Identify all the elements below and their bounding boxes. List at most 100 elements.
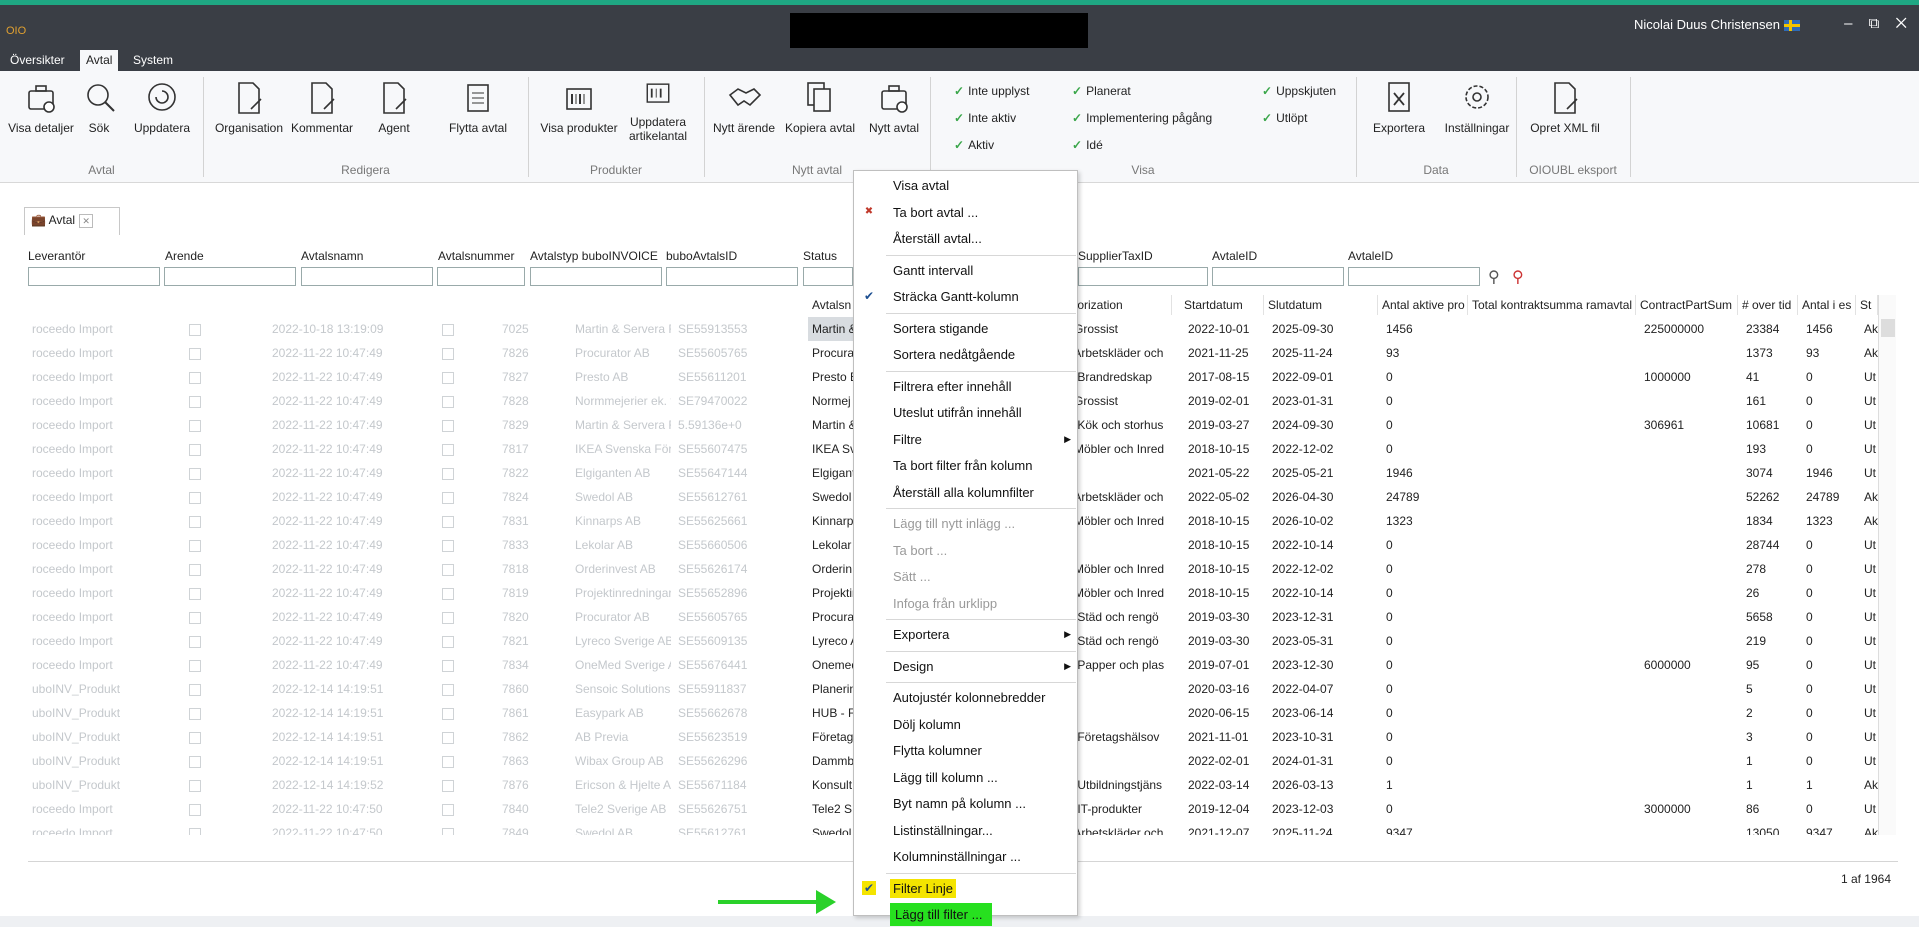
row-checkbox[interactable] [185, 317, 201, 341]
uppdatera-button[interactable]: Uppdatera [130, 79, 194, 135]
agent-button[interactable]: Agent [374, 79, 414, 135]
column-header[interactable]: Slutdatum [1264, 295, 1378, 315]
organisation-button[interactable]: Organisation [210, 79, 288, 135]
row-checkbox[interactable] [438, 821, 454, 835]
row-checkbox[interactable] [185, 725, 201, 749]
opret-xml-button[interactable]: Opret XML fil [1522, 79, 1608, 135]
row-checkbox[interactable] [185, 389, 201, 413]
clear-search-icon[interactable]: ⚲ [1512, 267, 1524, 287]
row-checkbox[interactable] [438, 677, 454, 701]
uppdatera-artikelantal-button[interactable]: Uppdatera artikelantal [626, 77, 690, 143]
column-header[interactable]: Total kontraktsumma ramavtal [1468, 295, 1636, 315]
sok-button[interactable]: Sök [82, 79, 116, 135]
column-header[interactable]: Startdatum [1180, 295, 1264, 315]
installningar-button[interactable]: Inställningar [1438, 79, 1516, 135]
tab-avtal[interactable]: Avtal [80, 50, 119, 71]
row-checkbox[interactable] [438, 509, 454, 533]
row-checkbox[interactable] [438, 461, 454, 485]
row-checkbox[interactable] [185, 413, 201, 437]
row-checkbox[interactable] [438, 557, 454, 581]
menu-item[interactable]: Gantt intervall [854, 258, 1077, 283]
row-checkbox[interactable] [438, 797, 454, 821]
menu-item[interactable]: Uteslut utifrån innehåll [854, 400, 1077, 425]
search-icon[interactable]: ⚲ [1488, 267, 1500, 287]
menu-item[interactable]: Byt namn på kolumn ... [854, 791, 1077, 816]
scrollbar-thumb[interactable] [1881, 319, 1895, 337]
row-checkbox[interactable] [438, 533, 454, 557]
row-checkbox[interactable] [438, 701, 454, 725]
menu-item[interactable]: Kolumninställningar ... [854, 844, 1077, 869]
flytta-avtal-button[interactable]: Flytta avtal [444, 79, 512, 135]
column-header[interactable]: Antal i es [1798, 295, 1856, 315]
visa-produkter-button[interactable]: Visa produkter [536, 79, 622, 135]
filter-input[interactable] [437, 267, 525, 286]
row-checkbox[interactable] [438, 389, 454, 413]
row-checkbox[interactable] [438, 365, 454, 389]
filter-check-inte-upplyst[interactable]: ✓ Inte upplyst [954, 84, 1029, 98]
nytt-arende-button[interactable]: Nytt ärende [710, 79, 778, 135]
menu-item[interactable]: Filtre ▶ [854, 427, 1077, 452]
row-checkbox[interactable] [185, 485, 201, 509]
row-checkbox[interactable] [438, 725, 454, 749]
row-checkbox[interactable] [185, 437, 201, 461]
menu-item[interactable]: Dölj kolumn [854, 712, 1077, 737]
swedish-flag-icon[interactable] [1783, 20, 1800, 32]
menu-item[interactable]: Ta bort filter från kolumn [854, 453, 1077, 478]
column-header[interactable]: Antal aktive pro [1378, 295, 1468, 315]
row-checkbox[interactable] [185, 509, 201, 533]
row-checkbox[interactable] [185, 749, 201, 773]
nytt-avtal-button[interactable]: Nytt avtal [866, 79, 922, 135]
filter-check-inte-aktiv[interactable]: ✓ Inte aktiv [954, 111, 1016, 125]
menu-item[interactable]: Lägg till kolumn ... [854, 765, 1077, 790]
menu-item[interactable]: Exportera ▶ [854, 622, 1077, 647]
row-checkbox[interactable] [185, 701, 201, 725]
row-checkbox[interactable] [185, 653, 201, 677]
menu-item[interactable]: Filtrera efter innehåll [854, 374, 1077, 399]
menu-item[interactable]: ✔ Filter Linje [854, 876, 1077, 901]
row-checkbox[interactable] [438, 317, 454, 341]
menu-item[interactable]: Autojustér kolonnebredder [854, 685, 1077, 710]
row-checkbox[interactable] [185, 365, 201, 389]
row-checkbox[interactable] [185, 605, 201, 629]
tab-oversikter[interactable]: Översikter [4, 50, 71, 71]
filter-input[interactable] [28, 267, 160, 286]
row-checkbox[interactable] [438, 485, 454, 509]
row-checkbox[interactable] [438, 749, 454, 773]
column-header[interactable]: St [1856, 295, 1878, 315]
row-checkbox[interactable] [438, 413, 454, 437]
row-checkbox[interactable] [185, 797, 201, 821]
kommentar-button[interactable]: Kommentar [288, 79, 356, 135]
filter-input[interactable] [1212, 267, 1344, 286]
row-checkbox[interactable] [438, 773, 454, 797]
menu-item[interactable]: Design ▶ [854, 654, 1077, 679]
filter-check-utlopt[interactable]: ✓ Utlöpt [1262, 111, 1307, 125]
row-checkbox[interactable] [438, 629, 454, 653]
row-checkbox[interactable] [438, 437, 454, 461]
row-checkbox[interactable] [185, 773, 201, 797]
row-checkbox[interactable] [185, 581, 201, 605]
row-checkbox[interactable] [185, 677, 201, 701]
row-checkbox[interactable] [438, 653, 454, 677]
document-tab-avtal[interactable]: 💼 Avtal ✕ [24, 207, 120, 235]
column-header[interactable]: # over tid [1738, 295, 1798, 315]
filter-check-aktiv[interactable]: ✓ Aktiv [954, 138, 994, 152]
menu-item[interactable]: Lägg till filter ... [854, 902, 1077, 927]
filter-input[interactable] [530, 267, 662, 286]
visa-detaljer-button[interactable]: Visa detaljer [6, 79, 76, 135]
row-checkbox[interactable] [185, 557, 201, 581]
menu-item[interactable]: Återställ alla kolumnfilter [854, 480, 1077, 505]
window-controls[interactable]: – ⧉ ✕ [1844, 15, 1913, 32]
exportera-button[interactable]: Exportera [1366, 79, 1432, 135]
filter-input[interactable] [301, 267, 433, 286]
vertical-scrollbar[interactable] [1878, 295, 1896, 835]
menu-item[interactable]: Sortera stigande [854, 316, 1077, 341]
row-checkbox[interactable] [185, 629, 201, 653]
filter-input[interactable] [1348, 267, 1480, 286]
row-checkbox[interactable] [438, 581, 454, 605]
filter-check-implementering[interactable]: ✓ Implementering pågång [1072, 111, 1212, 125]
filter-input[interactable] [803, 267, 853, 286]
row-checkbox[interactable] [185, 821, 201, 835]
row-checkbox[interactable] [438, 605, 454, 629]
row-checkbox[interactable] [185, 533, 201, 557]
filter-input[interactable] [666, 267, 798, 286]
